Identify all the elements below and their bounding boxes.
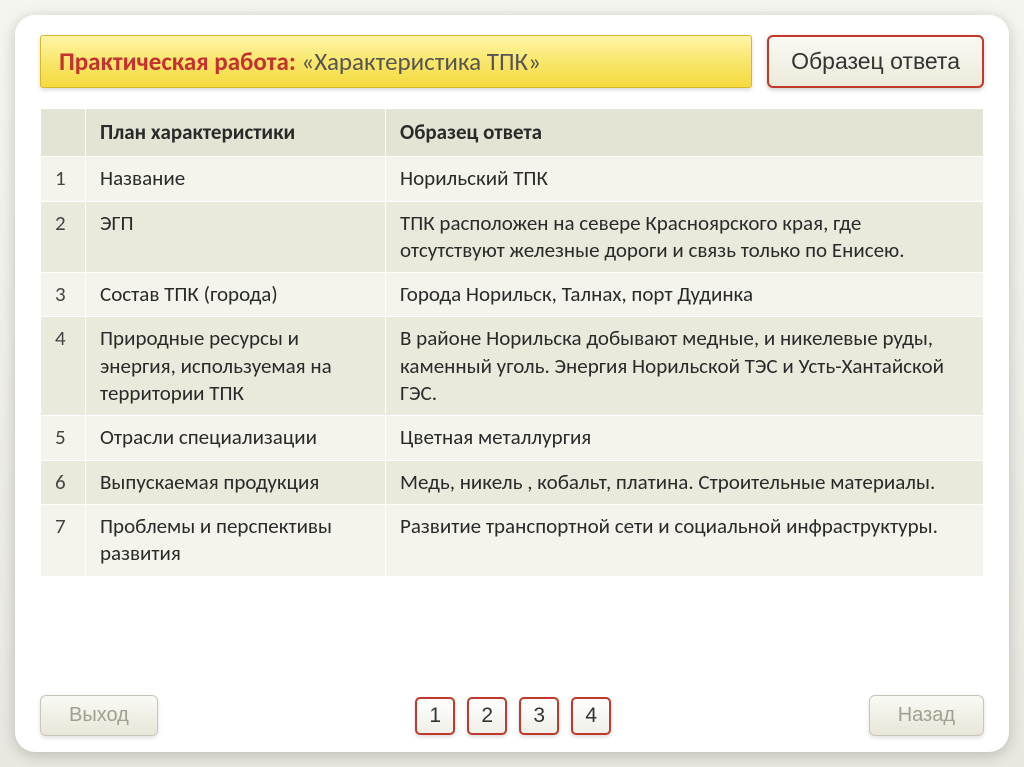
page-button-4[interactable]: 4: [571, 697, 611, 735]
col-header-num: [41, 109, 86, 157]
page-button-3[interactable]: 3: [519, 697, 559, 735]
table-row: 5 Отрасли специализации Цветная металлур…: [41, 416, 984, 460]
content-table: План характеристики Образец ответа 1 Наз…: [40, 108, 984, 577]
col-header-answer: Образец ответа: [386, 109, 984, 157]
page-buttons: 1 2 3 4: [415, 697, 611, 735]
title-prefix: Практическая работа:: [59, 46, 296, 77]
cell-answer: ТПК расположен на севере Красноярского к…: [386, 201, 984, 273]
cell-plan: Название: [86, 157, 386, 201]
table-row: 2 ЭГП ТПК расположен на севере Красноярс…: [41, 201, 984, 273]
exit-label: Выход: [69, 704, 129, 726]
cell-num: 2: [41, 201, 86, 273]
page-label: 4: [585, 704, 597, 728]
cell-answer: В районе Норильска добывают медные, и ни…: [386, 317, 984, 416]
page-button-1[interactable]: 1: [415, 697, 455, 735]
cell-num: 5: [41, 416, 86, 460]
page-label: 3: [533, 704, 545, 728]
page-label: 1: [429, 704, 441, 728]
back-label: Назад: [898, 704, 955, 726]
table-row: 4 Природные ресурсы и энергия, используе…: [41, 317, 984, 416]
cell-plan: Состав ТПК (города): [86, 273, 386, 317]
sample-answer-label: Образец ответа: [791, 48, 960, 75]
table-row: 1 Название Норильский ТПК: [41, 157, 984, 201]
table-row: 3 Состав ТПК (города) Города Норильск, Т…: [41, 273, 984, 317]
title-bar: Практическая работа: «Характеристика ТПК…: [40, 35, 752, 88]
col-header-plan: План характеристики: [86, 109, 386, 157]
exit-button[interactable]: Выход: [40, 695, 158, 736]
page-button-2[interactable]: 2: [467, 697, 507, 735]
cell-num: 3: [41, 273, 86, 317]
cell-answer: Цветная металлургия: [386, 416, 984, 460]
cell-plan: Природные ресурсы и энергия, используема…: [86, 317, 386, 416]
page-label: 2: [481, 704, 493, 728]
cell-plan: Проблемы и перспективы развития: [86, 504, 386, 576]
cell-num: 4: [41, 317, 86, 416]
cell-answer: Медь, никель , кобальт, платина. Строите…: [386, 460, 984, 504]
cell-num: 1: [41, 157, 86, 201]
footer-row: Выход 1 2 3 4 Назад: [40, 695, 984, 736]
slide-frame: Практическая работа: «Характеристика ТПК…: [15, 15, 1009, 752]
cell-plan: Выпускаемая продукция: [86, 460, 386, 504]
cell-plan: Отрасли специализации: [86, 416, 386, 460]
back-button[interactable]: Назад: [869, 695, 984, 736]
table-row: 6 Выпускаемая продукция Медь, никель , к…: [41, 460, 984, 504]
cell-answer: Развитие транспортной сети и социальной …: [386, 504, 984, 576]
table-header-row: План характеристики Образец ответа: [41, 109, 984, 157]
cell-answer: Норильский ТПК: [386, 157, 984, 201]
header-row: Практическая работа: «Характеристика ТПК…: [40, 35, 984, 88]
title-suffix: «Характеристика ТПК»: [296, 46, 541, 77]
table-row: 7 Проблемы и перспективы развития Развит…: [41, 504, 984, 576]
cell-plan: ЭГП: [86, 201, 386, 273]
sample-answer-button[interactable]: Образец ответа: [767, 35, 984, 88]
cell-num: 7: [41, 504, 86, 576]
cell-num: 6: [41, 460, 86, 504]
cell-answer: Города Норильск, Талнах, порт Дудинка: [386, 273, 984, 317]
